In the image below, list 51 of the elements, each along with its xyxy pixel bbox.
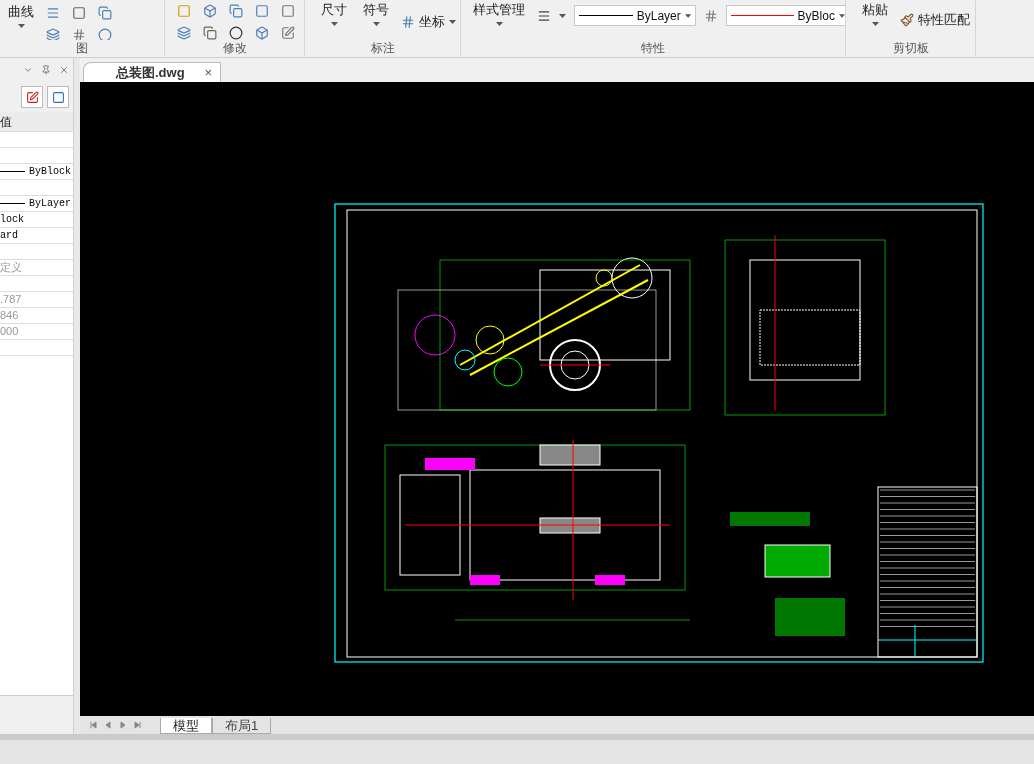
caret-icon: [495, 22, 503, 27]
tool-icon[interactable]: [203, 26, 217, 40]
coordinate-button[interactable]: 坐标: [401, 12, 456, 32]
group-label: 特性: [640, 40, 666, 56]
property-value: .787: [0, 292, 22, 308]
pin-icon[interactable]: [41, 65, 51, 75]
layout-tab[interactable]: 模型: [160, 718, 212, 734]
square-icon: [51, 90, 65, 104]
caret-icon: [372, 22, 380, 27]
close-icon[interactable]: [59, 65, 69, 75]
match-properties-button[interactable]: 特性匹配: [900, 10, 970, 30]
caret-icon: [17, 24, 25, 29]
close-tab-button[interactable]: ×: [204, 62, 213, 83]
drawing-canvas[interactable]: [80, 82, 1034, 716]
property-value: 846: [0, 308, 19, 324]
document-tab[interactable]: 总装图.dwg ×: [83, 62, 222, 82]
linetype-dropdown[interactable]: ByLayer: [574, 5, 696, 26]
property-value: 定义: [0, 260, 22, 276]
dropdown-icon[interactable]: [23, 65, 33, 75]
group-label: 标注: [369, 40, 396, 56]
document-title: 总装图.dwg: [116, 63, 185, 82]
ribbon-button[interactable]: 尺寸: [317, 0, 351, 40]
tool-icon[interactable]: [229, 26, 243, 40]
lineweight-icon[interactable]: [537, 8, 551, 23]
caret-icon: [838, 13, 845, 18]
caret-icon: [684, 13, 691, 18]
property-value: ByBlock: [28, 165, 72, 179]
clear-selection-button[interactable]: [21, 86, 43, 108]
color-dropdown[interactable]: ByBloc: [726, 5, 845, 26]
property-value: ard: [0, 229, 18, 243]
layout-tab[interactable]: 布局1: [212, 718, 272, 734]
brush-icon: [900, 12, 914, 27]
group-label: 剪切板: [891, 40, 930, 56]
ribbon-button[interactable]: 曲线: [4, 2, 38, 40]
tab-navigation-icon[interactable]: [133, 721, 142, 729]
ribbon-button[interactable]: 样式管理: [469, 0, 529, 40]
caret-icon: [449, 19, 456, 24]
caret-icon: [559, 13, 566, 18]
select-objects-button[interactable]: [47, 86, 69, 108]
property-value: ByLayer: [28, 197, 72, 211]
property-value: 000: [0, 324, 19, 340]
ribbon-button[interactable]: 符号: [359, 0, 393, 40]
caret-icon: [871, 22, 879, 27]
property-value: lock: [0, 213, 24, 227]
caret-icon: [330, 22, 338, 27]
pencil-icon: [25, 90, 39, 104]
ribbon-button[interactable]: 粘贴: [858, 0, 892, 40]
tab-navigation-icon[interactable]: [88, 721, 97, 729]
column-header: 值: [0, 112, 73, 132]
group-label: 图: [75, 40, 89, 56]
group-label: 修改: [221, 40, 248, 56]
